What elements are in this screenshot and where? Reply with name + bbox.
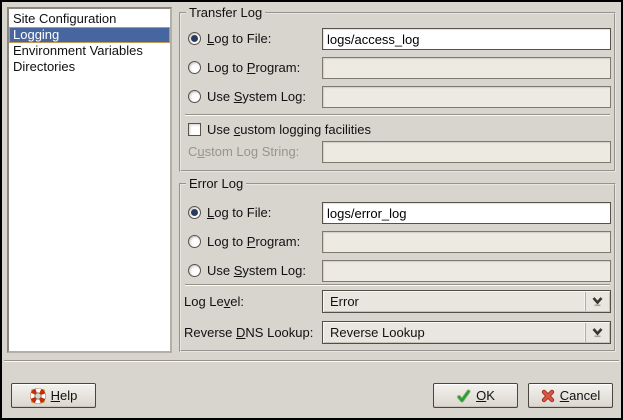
transfer-log-program-input <box>322 57 611 79</box>
custom-log-string-label: Custom Log String: <box>188 141 299 163</box>
reverse-dns-lookup-select[interactable]: Reverse Lookup <box>322 321 611 344</box>
help-button[interactable]: Help <box>11 383 96 408</box>
chevron-down-icon <box>585 292 609 311</box>
error-system-log-input <box>322 260 611 282</box>
cancel-button-label: Cancel <box>560 388 600 403</box>
transfer-use-system-log-radio[interactable] <box>188 90 201 103</box>
transfer-log-frame-title: Transfer Log <box>186 5 265 20</box>
separator <box>4 360 619 362</box>
sidebar-item-directories[interactable]: Directories <box>9 59 170 75</box>
error-use-system-log-radio[interactable] <box>188 264 201 277</box>
error-log-to-program-radio[interactable] <box>188 235 201 248</box>
separator <box>185 114 610 116</box>
transfer-use-system-log-label[interactable]: Use System Log: <box>207 86 306 108</box>
error-log-frame: Error Log Log to File: Log to Program: U… <box>179 183 616 352</box>
transfer-log-to-program-radio[interactable] <box>188 61 201 74</box>
transfer-system-log-input <box>322 86 611 108</box>
transfer-log-to-program-label[interactable]: Log to Program: <box>207 57 300 79</box>
ok-button[interactable]: OK <box>433 383 518 408</box>
use-custom-logging-label[interactable]: Use custom logging facilities <box>207 119 371 141</box>
transfer-log-to-file-label[interactable]: Log to File: <box>207 28 271 50</box>
transfer-log-to-file-radio[interactable] <box>188 32 201 45</box>
help-button-label: Help <box>51 388 78 403</box>
ok-button-label: OK <box>476 388 495 403</box>
custom-log-string-input <box>322 141 611 163</box>
reverse-dns-lookup-label: Reverse DNS Lookup: <box>184 321 313 344</box>
error-use-system-log-label[interactable]: Use System Log: <box>207 260 306 282</box>
error-log-to-program-label[interactable]: Log to Program: <box>207 231 300 253</box>
error-log-to-file-label[interactable]: Log to File: <box>207 202 271 224</box>
cancel-button[interactable]: Cancel <box>528 383 613 408</box>
sidebar-item-logging[interactable]: Logging <box>9 27 170 43</box>
error-log-file-input[interactable] <box>322 202 611 224</box>
log-level-value: Error <box>330 291 359 312</box>
transfer-log-frame: Transfer Log Log to File: Log to Program… <box>179 12 616 172</box>
category-list: Site Configuration Logging Environment V… <box>7 7 172 353</box>
chevron-down-icon <box>585 323 609 342</box>
sidebar-item-environment-variables[interactable]: Environment Variables <box>9 43 170 59</box>
logging-settings-window: Site Configuration Logging Environment V… <box>0 0 623 420</box>
x-icon <box>541 389 555 403</box>
transfer-log-file-input[interactable] <box>322 28 611 50</box>
reverse-dns-lookup-value: Reverse Lookup <box>330 322 425 343</box>
separator <box>185 284 610 286</box>
error-log-frame-title: Error Log <box>186 176 246 191</box>
lifebuoy-icon <box>30 388 46 404</box>
check-icon <box>456 389 471 403</box>
error-log-program-input <box>322 231 611 253</box>
log-level-select[interactable]: Error <box>322 290 611 313</box>
use-custom-logging-checkbox[interactable] <box>188 123 201 136</box>
log-level-label: Log Level: <box>184 290 244 313</box>
sidebar-item-site-configuration[interactable]: Site Configuration <box>9 11 170 27</box>
error-log-to-file-radio[interactable] <box>188 206 201 219</box>
